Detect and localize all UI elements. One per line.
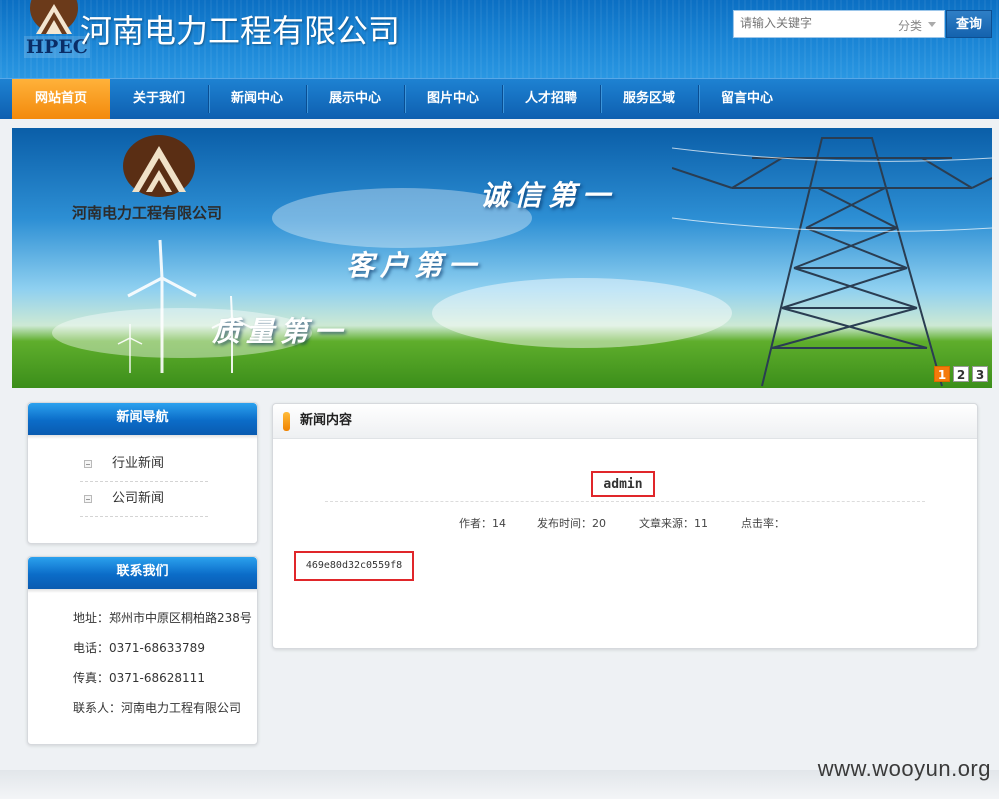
nav-item-service-area[interactable]: 服务区域 (600, 79, 698, 119)
site-title[interactable]: 河南电力工程有限公司 (80, 6, 400, 52)
contact-panel: 联系我们 地址：郑州市中原区桐柏路238号 电话：0371-68633789 传… (27, 556, 258, 745)
contact-title: 联系我们 (28, 557, 257, 593)
sidebar-item-industry-news[interactable]: 行业新闻 (80, 447, 208, 482)
collapse-icon (84, 495, 92, 503)
content-header: 新闻内容 (273, 404, 977, 439)
banner-page-1[interactable]: 1 (934, 366, 950, 382)
site-header: HPEC 河南电力工程有限公司 分类 查询 (0, 0, 999, 78)
article-publish-time: 发布时间：20 (537, 517, 606, 530)
contact-address: 地址：郑州市中原区桐柏路238号 (73, 611, 252, 625)
news-nav-panel: 新闻导航 行业新闻 公司新闻 (27, 402, 258, 544)
content-title: 新闻内容 (300, 413, 353, 428)
hero-banner[interactable]: 河南电力工程有限公司 诚信第一 客户第一 质量第一 1 2 3 (12, 128, 992, 388)
news-content-panel: 新闻内容 admin 作者：14 发布时间：20 文章来源：11 点击率： 46… (272, 403, 978, 649)
banner-page-2[interactable]: 2 (953, 366, 969, 382)
banner-slogan: 客户第一 (346, 249, 483, 282)
nav-item-showcase[interactable]: 展示中心 (306, 79, 404, 119)
wind-turbine-icon (117, 239, 253, 373)
nav-item-guestbook[interactable]: 留言中心 (698, 79, 796, 119)
sidebar-item-label[interactable]: 公司新闻 (112, 482, 164, 516)
article-hits: 点击率： (741, 517, 785, 530)
search-category-select[interactable]: 分类 (898, 17, 922, 34)
transmission-tower-icon (672, 137, 992, 387)
banner-pagination: 123 (931, 364, 988, 383)
contact-person: 联系人：河南电力工程有限公司 (73, 701, 242, 715)
banner-logo-icon (123, 135, 195, 197)
banner-page-3[interactable]: 3 (972, 366, 988, 382)
sidebar-item-company-news[interactable]: 公司新闻 (80, 482, 208, 517)
sidebar-item-label[interactable]: 行业新闻 (112, 447, 164, 481)
banner-slogan: 诚信第一 (480, 179, 617, 212)
nav-item-news[interactable]: 新闻中心 (208, 79, 306, 119)
nav-item-about[interactable]: 关于我们 (110, 79, 208, 119)
article-body: 469e80d32c0559f8 (294, 551, 414, 581)
divider (325, 501, 925, 502)
news-nav-title: 新闻导航 (28, 403, 257, 439)
nav-item-jobs[interactable]: 人才招聘 (502, 79, 600, 119)
section-marker-icon (283, 412, 290, 431)
article-title: admin (591, 471, 655, 497)
search-button[interactable]: 查询 (946, 10, 992, 38)
banner-company-name: 河南电力工程有限公司 (72, 204, 223, 222)
collapse-icon (84, 460, 92, 468)
nav-item-home[interactable]: 网站首页 (12, 79, 110, 119)
watermark: www.wooyun.org (817, 756, 991, 781)
contact-phone: 电话：0371-68633789 (73, 641, 205, 655)
contact-fax: 传真：0371-68628111 (73, 671, 205, 685)
search-input[interactable] (740, 16, 890, 30)
chevron-down-icon[interactable] (928, 22, 936, 27)
search-box: 分类 (733, 10, 945, 38)
nav-item-gallery[interactable]: 图片中心 (404, 79, 502, 119)
main-nav: 网站首页 关于我们 新闻中心 展示中心 图片中心 人才招聘 服务区域 留言中心 (0, 78, 999, 119)
article-author: 作者：14 (459, 517, 506, 530)
article-source: 文章来源：11 (639, 517, 708, 530)
company-logo-emblem-icon (30, 0, 78, 34)
